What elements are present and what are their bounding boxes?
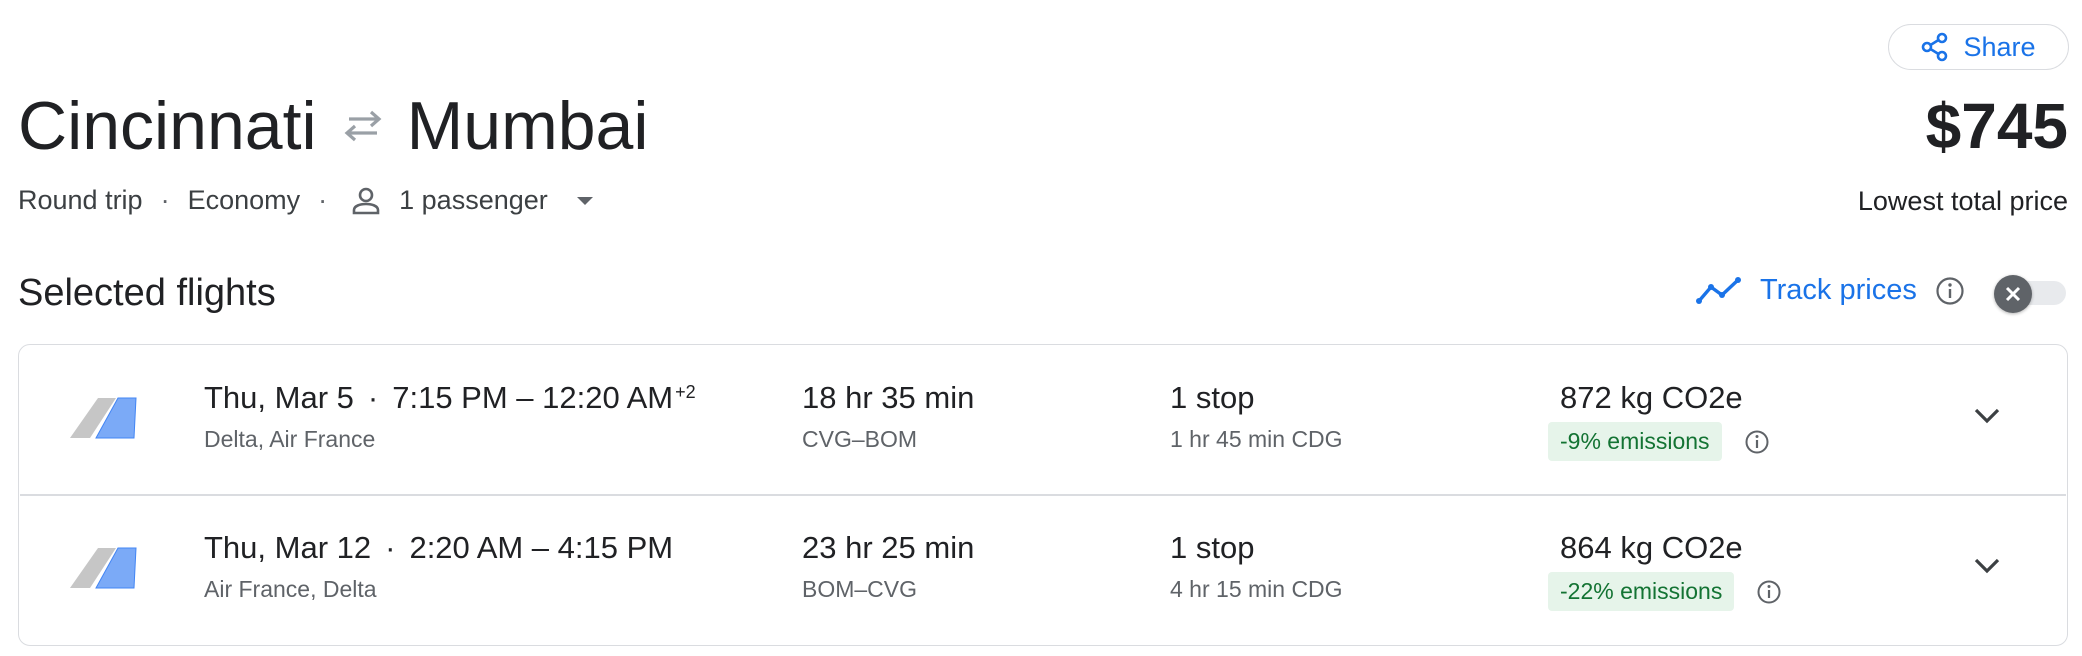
separator-dot: · (160, 185, 170, 215)
flight-route: BOM–CVG (802, 576, 918, 602)
flight-duration: 18 hr 35 min (802, 380, 975, 415)
trend-icon (1696, 276, 1742, 306)
day-offset: +2 (675, 382, 696, 402)
flight-route: CVG–BOM (802, 426, 918, 452)
chevron-down-icon[interactable] (1972, 406, 2002, 431)
lowest-price: $745 (1925, 90, 2068, 162)
flight-date: Thu, Mar 12 (204, 530, 372, 565)
section-title: Selected flights (18, 272, 276, 314)
info-icon[interactable] (1935, 276, 1965, 306)
separator-dot: · (385, 530, 396, 565)
trip-summary: Round trip · Economy · 1 passenger (18, 185, 594, 216)
airline-logo-icon (68, 396, 138, 445)
emissions-info: -9% emissions (1548, 422, 1770, 461)
track-prices-toggle[interactable] (1994, 275, 2066, 313)
emissions-info: -22% emissions (1548, 572, 1782, 611)
emissions-badge: -9% emissions (1548, 422, 1722, 461)
emissions-badge: -22% emissions (1548, 572, 1735, 611)
passenger-count: 1 passenger (399, 185, 548, 215)
trip-type: Round trip (18, 185, 143, 215)
co2-amount: 864 kg CO2e (1560, 530, 1743, 565)
route-title: Cincinnati Mumbai (18, 86, 648, 166)
separator-dot: · (318, 185, 328, 215)
flight-time: Thu, Mar 12 · 2:20 AM – 4:15 PM (204, 530, 673, 566)
swap-arrows-icon (341, 109, 385, 143)
origin-city: Cincinnati (18, 88, 317, 164)
airline-logo-icon (68, 546, 138, 595)
flight-times: 2:20 AM – 4:15 PM (409, 530, 674, 565)
stop-count: 1 stop (1170, 530, 1255, 565)
passenger-selector[interactable]: 1 passenger (399, 185, 594, 216)
airline-names: Air France, Delta (204, 576, 377, 602)
flight-row-return[interactable]: Thu, Mar 12 · 2:20 AM – 4:15 PM Air Fran… (20, 496, 2066, 644)
flight-date: Thu, Mar 5 (204, 380, 354, 415)
co2-amount: 872 kg CO2e (1560, 380, 1743, 415)
stop-count: 1 stop (1170, 380, 1255, 415)
share-button[interactable]: Share (1888, 24, 2069, 70)
info-icon[interactable] (1744, 429, 1770, 455)
chevron-down-icon[interactable] (1972, 556, 2002, 581)
track-prices-label: Track prices (1760, 274, 1917, 306)
info-icon[interactable] (1756, 579, 1782, 605)
flight-duration: 23 hr 25 min (802, 530, 975, 565)
flight-time: Thu, Mar 5 · 7:15 PM – 12:20 AM +2 (204, 380, 696, 416)
layover-info: 1 hr 45 min CDG (1170, 426, 1343, 452)
destination-city: Mumbai (406, 88, 649, 164)
flight-times: 7:15 PM – 12:20 AM (392, 380, 674, 415)
layover-info: 4 hr 15 min CDG (1170, 576, 1343, 602)
price-caption: Lowest total price (1857, 186, 2068, 216)
share-icon (1921, 32, 1949, 62)
close-icon (1994, 275, 2032, 313)
caret-down-icon (576, 196, 594, 206)
separator-dot: · (367, 380, 379, 415)
airline-names: Delta, Air France (204, 426, 376, 452)
share-label: Share (1963, 31, 2036, 62)
track-prices[interactable]: Track prices (1696, 274, 1965, 307)
cabin-class: Economy (187, 185, 301, 215)
person-icon (351, 186, 381, 216)
flight-row-outbound[interactable]: Thu, Mar 5 · 7:15 PM – 12:20 AM +2 Delta… (20, 346, 2066, 494)
